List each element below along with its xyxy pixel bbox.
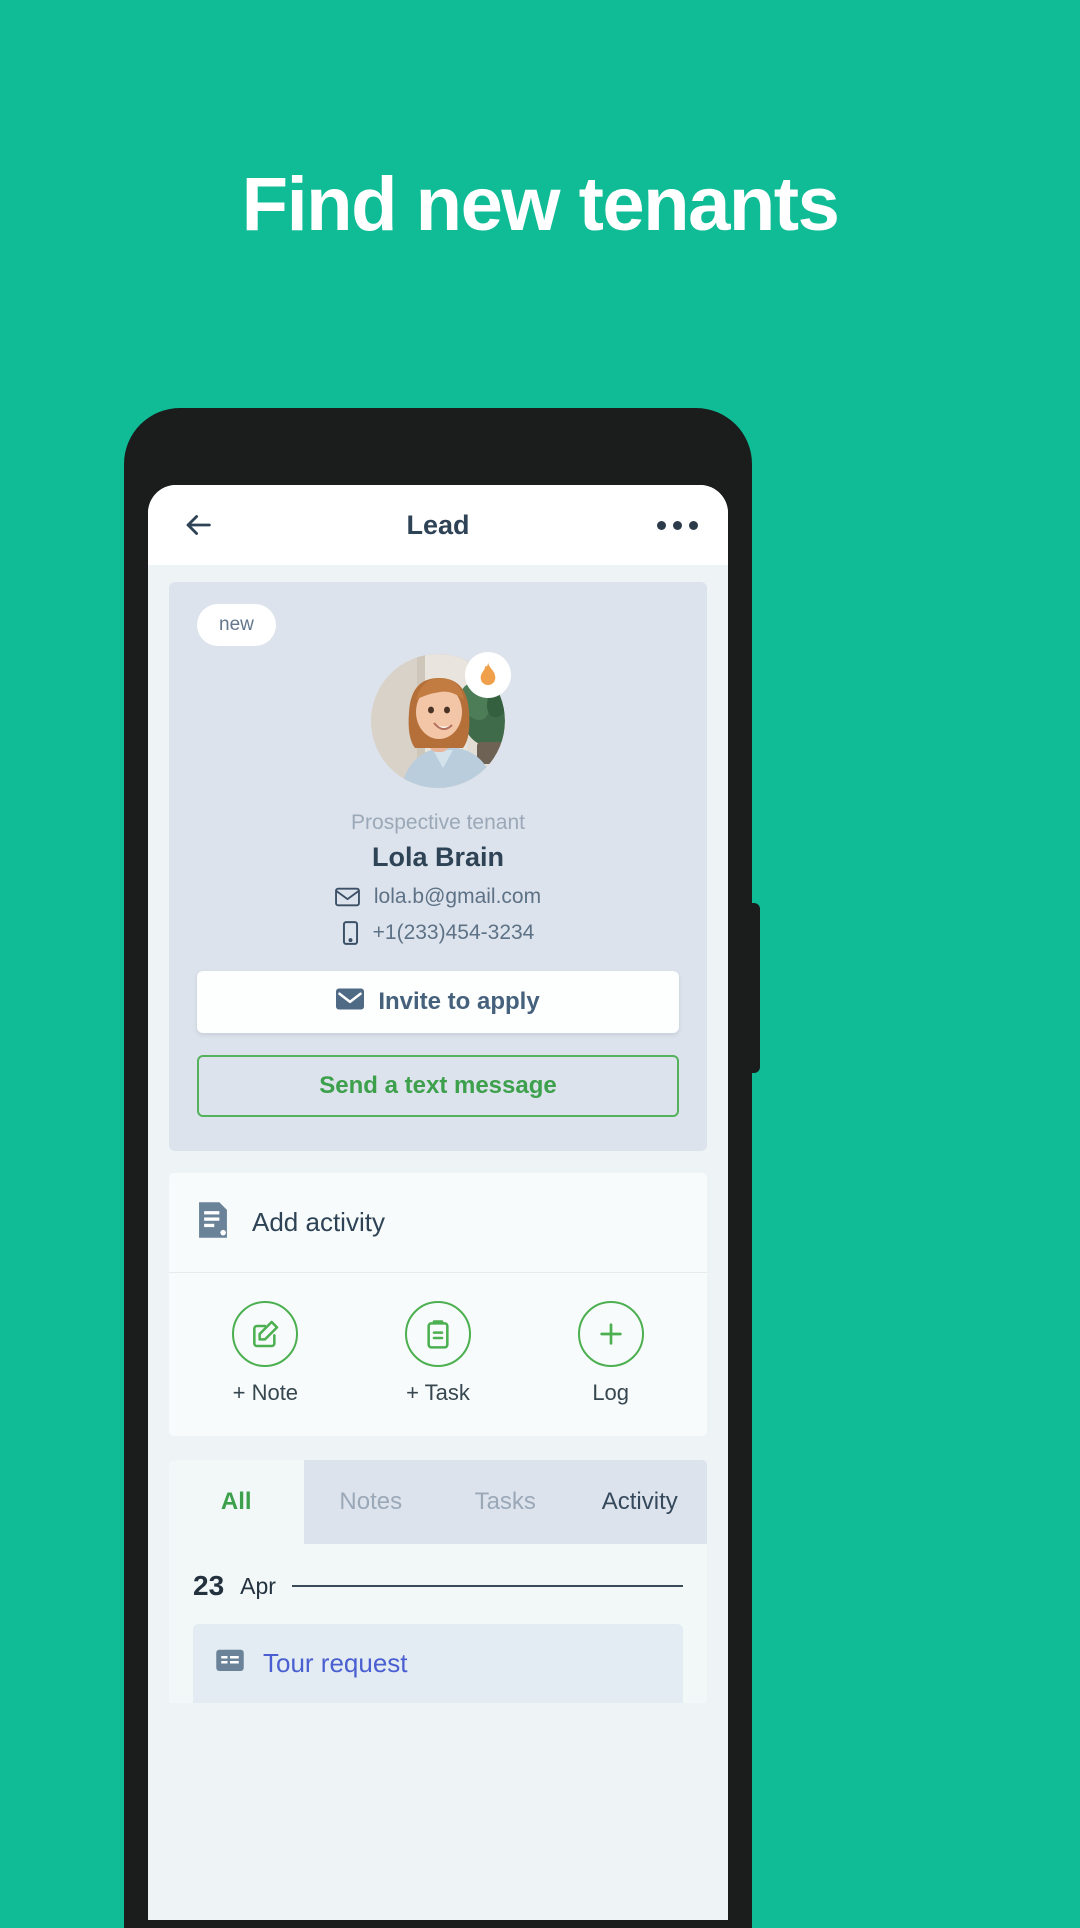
add-note-action[interactable]: + Note <box>179 1301 352 1406</box>
tab-tasks[interactable]: Tasks <box>438 1460 573 1544</box>
email-row[interactable]: lola.b@gmail.com <box>197 885 679 909</box>
phone-side-button <box>748 903 760 1073</box>
note-edit-icon <box>232 1301 299 1367</box>
message-icon <box>215 1648 245 1679</box>
dot <box>673 520 682 530</box>
add-note-label: + Note <box>232 1380 299 1405</box>
timeline-date-row: 23 Apr <box>193 1570 683 1602</box>
header-title: Lead <box>406 509 470 540</box>
phone-screen: Lead new Prospective tenant Lola Brain l… <box>148 485 728 1920</box>
send-text-message-button[interactable]: Send a text message <box>197 1055 679 1117</box>
timeline: 23 Apr Tour request <box>169 1544 707 1703</box>
envelope-filled-icon <box>336 988 365 1017</box>
invite-label: Invite to apply <box>378 988 540 1015</box>
hero-section: Find new tenants <box>0 0 1080 410</box>
tab-all[interactable]: All <box>169 1460 304 1544</box>
role-label: Prospective tenant <box>351 811 525 834</box>
page-title: Find new tenants <box>241 162 840 248</box>
email-value: lola.b@gmail.com <box>373 885 542 908</box>
more-horizontal-icon[interactable] <box>657 520 698 530</box>
flame-icon <box>465 652 511 698</box>
tabs: All Notes Tasks Activity <box>169 1460 707 1544</box>
add-task-label: + Task <box>406 1380 470 1405</box>
invite-to-apply-button[interactable]: Invite to apply <box>197 971 679 1033</box>
tab-activity[interactable]: Activity <box>572 1460 707 1544</box>
tab-notes[interactable]: Notes <box>303 1460 438 1544</box>
clipboard-icon <box>405 1301 471 1367</box>
timeline-entry[interactable]: Tour request <box>193 1624 683 1703</box>
app-header: Lead <box>148 485 728 565</box>
log-label: Log <box>592 1380 630 1405</box>
log-action[interactable]: Log <box>524 1301 697 1406</box>
plus-circle-icon <box>577 1301 644 1367</box>
document-icon <box>196 1201 230 1244</box>
dot <box>657 520 666 530</box>
phone-value: +1(233)454-3234 <box>372 921 535 944</box>
add-task-action[interactable]: + Task <box>352 1301 525 1406</box>
timeline-divider <box>291 1585 683 1587</box>
send-text-label: Send a text message <box>319 1072 557 1099</box>
phone-row[interactable]: +1(233)454-3234 <box>197 921 679 945</box>
dot <box>689 520 698 530</box>
add-activity-label: Add activity <box>252 1207 385 1237</box>
tabs-card: All Notes Tasks Activity 23 Apr Tour req… <box>169 1460 707 1703</box>
back-arrow-icon[interactable] <box>178 505 218 545</box>
quick-actions: + Note + Task Log <box>169 1273 707 1436</box>
person-name: Lola Brain <box>371 842 505 872</box>
status-badge: new <box>197 604 276 646</box>
profile-card: new Prospective tenant Lola Brain lola.b… <box>169 582 707 1151</box>
avatar-wrap <box>371 652 511 788</box>
add-activity-header[interactable]: Add activity <box>169 1173 707 1273</box>
timeline-date-month: Apr <box>240 1572 276 1599</box>
add-activity-card: Add activity + Note + Task Log <box>169 1173 707 1436</box>
envelope-icon <box>334 887 360 907</box>
app-body: new Prospective tenant Lola Brain lola.b… <box>148 582 728 1703</box>
mobile-icon <box>342 921 359 945</box>
timeline-entry-title: Tour request <box>263 1648 408 1678</box>
timeline-date-day: 23 <box>193 1570 225 1601</box>
